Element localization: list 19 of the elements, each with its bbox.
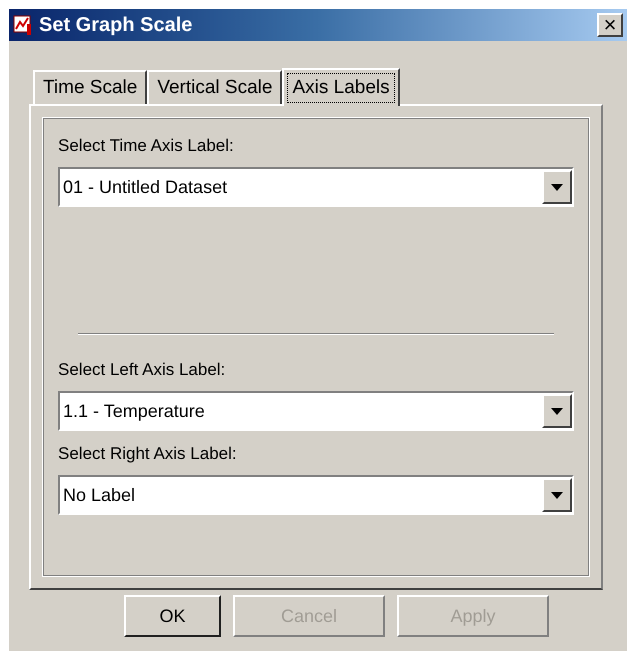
field-label: Select Time Axis Label: — [58, 135, 235, 157]
caret-icon — [551, 184, 563, 190]
dropdown[interactable]: 1.1 - Temperature — [58, 391, 574, 431]
tab[interactable]: Axis Labels — [282, 68, 400, 106]
field-label: Select Right Axis Label: — [58, 443, 238, 465]
caret-icon — [551, 408, 563, 414]
dropdown-arrow-button[interactable] — [542, 170, 572, 204]
dropdown-arrow-button[interactable] — [542, 478, 572, 512]
tab[interactable]: Time Scale — [33, 70, 148, 104]
field-label: Select Left Axis Label: — [58, 359, 226, 381]
dropdown-arrow-button[interactable] — [542, 394, 572, 428]
dialog-button[interactable]: OK — [124, 595, 221, 637]
tab[interactable]: Vertical Scale — [147, 70, 282, 104]
caret-icon — [551, 492, 563, 498]
window-title: Set Graph Scale — [39, 13, 192, 38]
dropdown[interactable]: No Label — [58, 475, 574, 515]
dropdown[interactable]: 01 - Untitled Dataset — [58, 167, 574, 207]
chart-icon — [13, 14, 33, 36]
close-button[interactable]: × — [597, 13, 623, 37]
